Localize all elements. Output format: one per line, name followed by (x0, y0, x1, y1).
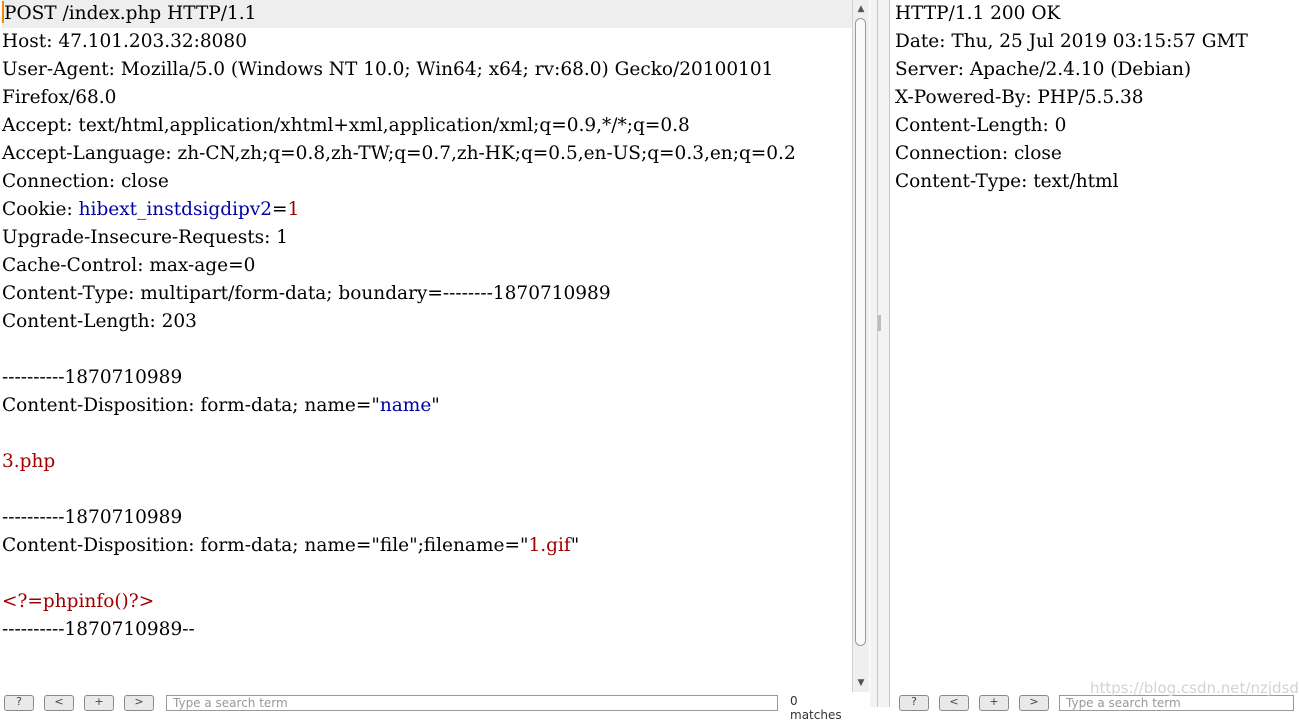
request-line: User-Agent: Mozilla/5.0 (Windows NT 10.0… (2, 56, 852, 84)
splitter-edge-right (889, 0, 890, 707)
request-line: 3.php (2, 448, 852, 476)
request-line: <?=phpinfo()?> (2, 588, 852, 616)
response-line: Content-Type: text/html (895, 171, 1119, 192)
request-line: ----------1870710989 (2, 504, 852, 532)
splitter-edge-left (877, 0, 878, 707)
request-text[interactable]: POST /index.php HTTP/1.1 Host: 47.101.203… (0, 0, 852, 644)
response-text[interactable]: HTTP/1.1 200 OK Date: Thu, 25 Jul 2019 03… (893, 0, 1299, 196)
request-line: ----------1870710989 (2, 364, 852, 392)
request-token: ----------1870710989 (2, 507, 183, 528)
request-line: Host: 47.101.203.32:8080 (2, 28, 852, 56)
request-token: Connection: close (2, 171, 169, 192)
request-scrollbar[interactable]: ▲ ▼ (852, 0, 869, 692)
request-line: Content-Length: 203 (2, 308, 852, 336)
next-match-button[interactable]: > (1019, 695, 1049, 711)
pane-splitter[interactable] (870, 0, 890, 707)
request-token: name (379, 395, 432, 416)
response-line: HTTP/1.1 200 OK (895, 3, 1061, 24)
request-token: Cache-Control: max-age=0 (2, 255, 256, 276)
response-editor[interactable]: HTTP/1.1 200 OK Date: Thu, 25 Jul 2019 03… (893, 0, 1299, 688)
scroll-up-arrow-icon[interactable]: ▲ (855, 2, 867, 16)
response-line: X-Powered-By: PHP/5.5.38 (895, 87, 1144, 108)
request-line (2, 336, 852, 364)
next-match-button[interactable]: > (124, 695, 154, 711)
request-line: Upgrade-Insecure-Requests: 1 (2, 224, 852, 252)
request-token: Host: 47.101.203.32:8080 (2, 31, 247, 52)
scroll-thumb[interactable] (855, 18, 866, 646)
request-token: ----------1870710989 (2, 367, 183, 388)
request-token: " (431, 395, 440, 416)
request-line: Content-Disposition: form-data; name="fi… (2, 532, 852, 560)
response-line: Server: Apache/2.4.10 (Debian) (895, 59, 1192, 80)
response-line: Connection: close (895, 143, 1062, 164)
request-token: " (570, 535, 580, 556)
request-token: ----------1870710989-- (2, 619, 195, 640)
add-button[interactable]: + (84, 695, 114, 711)
request-token: 3.php (2, 451, 56, 472)
request-token: Content-Length: 203 (2, 311, 197, 332)
request-line: Accept-Language: zh-CN,zh;q=0.8,zh-TW;q=… (2, 140, 852, 168)
request-editor[interactable]: POST /index.php HTTP/1.1 Host: 47.101.203… (0, 0, 852, 688)
request-token: = (272, 199, 288, 220)
request-line (2, 560, 852, 588)
response-search-input[interactable]: Type a search term (1059, 695, 1294, 711)
request-token: hibext_instdsigdipv2 (78, 199, 273, 220)
request-line: Content-Type: multipart/form-data; bound… (2, 280, 852, 308)
request-line: Cache-Control: max-age=0 (2, 252, 852, 280)
request-token: User-Agent: Mozilla/5.0 (Windows NT 10.0… (2, 59, 774, 80)
watermark: https://blog.csdn.net/nzjdsds (1090, 679, 1299, 697)
request-token: Content-Disposition: form-data; name="fi… (2, 535, 529, 556)
request-line: Content-Disposition: form-data; name="na… (2, 392, 852, 420)
request-line (2, 476, 852, 504)
request-search-input[interactable]: Type a search term (166, 695, 778, 711)
request-token: 1.gif (528, 535, 571, 556)
splitter-grip-icon[interactable] (878, 315, 881, 331)
request-token: <?=phpinfo()?> (2, 591, 155, 612)
request-token: Content-Type: multipart/form-data; bound… (2, 283, 611, 304)
scroll-down-arrow-icon[interactable]: ▼ (855, 676, 867, 690)
response-line: Date: Thu, 25 Jul 2019 03:15:57 GMT (895, 31, 1248, 52)
request-token: POST /index.php HTTP/1.1 (4, 3, 257, 24)
request-token: Cookie: (2, 199, 79, 220)
request-line: ----------1870710989-- (2, 616, 852, 644)
request-token: Upgrade-Insecure-Requests: 1 (2, 227, 289, 248)
request-line: Accept: text/html,application/xhtml+xml,… (2, 112, 852, 140)
request-match-count: 0 matches (790, 694, 842, 722)
request-line: Firefox/68.0 (2, 84, 852, 112)
request-token: Firefox/68.0 (2, 87, 117, 108)
request-line: Connection: close (2, 168, 852, 196)
response-line: Content-Length: 0 (895, 115, 1067, 136)
request-line: Cookie: hibext_instdsigdipv2=1 (2, 196, 852, 224)
help-button[interactable]: ? (4, 695, 34, 711)
previous-match-button[interactable]: < (44, 695, 74, 711)
help-button[interactable]: ? (899, 695, 929, 711)
request-line (2, 420, 852, 448)
add-button[interactable]: + (979, 695, 1009, 711)
request-line: POST /index.php HTTP/1.1 (2, 0, 852, 28)
request-token: Accept-Language: zh-CN,zh;q=0.8,zh-TW;q=… (2, 143, 796, 164)
request-token: Accept: text/html,application/xhtml+xml,… (2, 115, 690, 136)
previous-match-button[interactable]: < (939, 695, 969, 711)
request-search-bar: ? < + > Type a search term 0 matches (0, 692, 852, 722)
request-token: 1 (287, 199, 300, 220)
request-token: Content-Disposition: form-data; name=" (2, 395, 380, 416)
